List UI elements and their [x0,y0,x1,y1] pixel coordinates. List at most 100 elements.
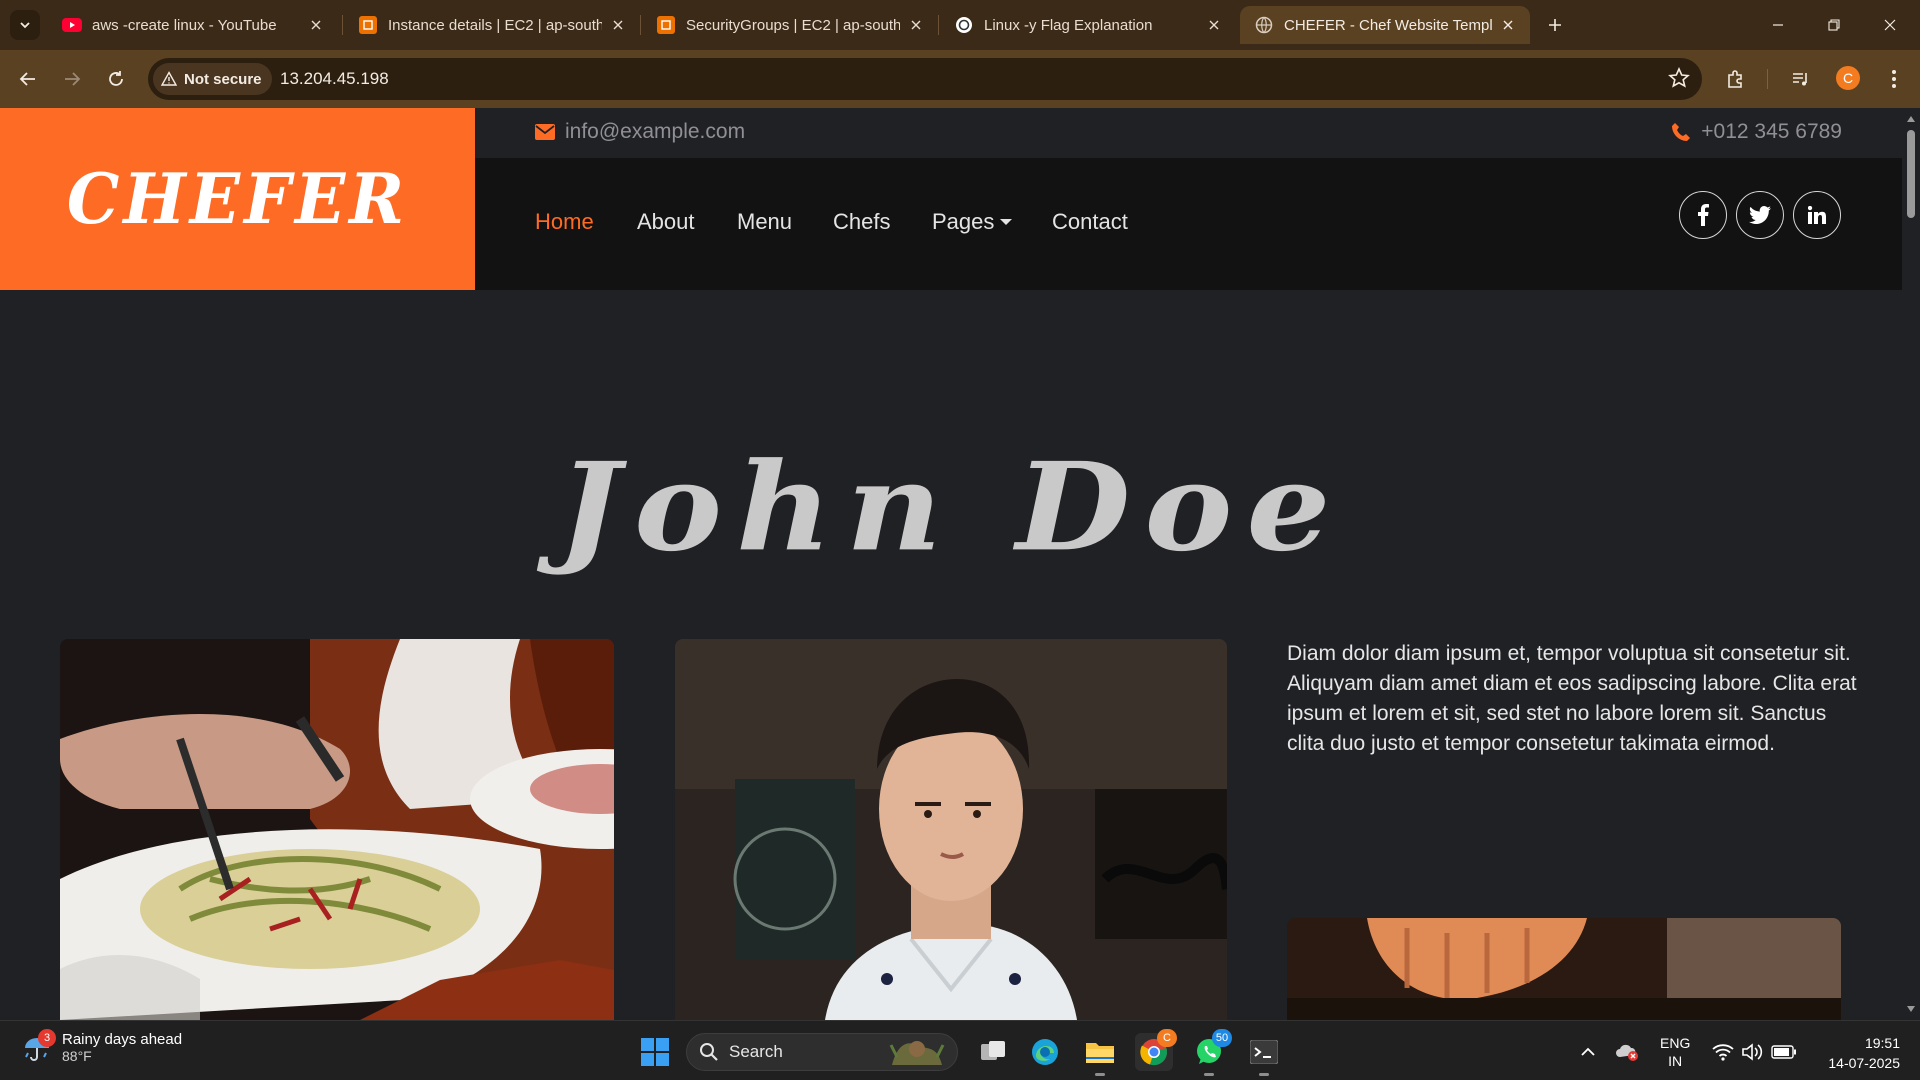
scrollbar-thumb[interactable] [1907,130,1915,218]
close-icon [1884,19,1896,31]
browser-tab-youtube[interactable]: aws -create linux - YouTube [48,6,338,44]
weather-title: Rainy days ahead [62,1031,183,1048]
task-view-icon [981,1041,1005,1060]
linkedin-icon [1808,206,1826,224]
close-icon[interactable] [906,15,926,35]
facebook-icon [1698,204,1709,226]
site-logo[interactable]: CHEFER [67,158,408,240]
nav-link-about[interactable]: About [637,209,695,235]
tab-title: CHEFER - Chef Website Template [1284,16,1492,34]
contact-phone: +012 345 6789 [1671,120,1842,144]
minimize-icon [1773,24,1783,26]
toolbar-divider [1767,69,1768,89]
bookmark-star-icon[interactable] [1668,67,1690,89]
nav-link-chefs[interactable]: Chefs [833,209,890,235]
scroll-up-arrow-icon[interactable] [1906,114,1916,124]
file-explorer-button[interactable] [1081,1033,1119,1076]
speaker-icon [1742,1043,1763,1061]
whatsapp-unread-badge: 50 [1212,1029,1232,1047]
profile-avatar[interactable]: C [1836,66,1860,90]
chrome-taskbar-button[interactable]: C [1135,1029,1177,1071]
linkedin-button[interactable] [1793,191,1841,239]
forward-button[interactable] [56,63,88,95]
browser-tab-linux-flag[interactable]: Linux -y Flag Explanation [940,6,1236,44]
close-icon[interactable] [608,15,628,35]
browser-tab-security-groups[interactable]: SecurityGroups | EC2 | ap-south-1 [642,6,938,44]
volume-status[interactable] [1740,1039,1766,1065]
show-hidden-icons-button[interactable] [1575,1039,1601,1065]
task-view-button[interactable] [974,1033,1012,1071]
clock-date: 14-07-2025 [1828,1055,1900,1071]
contact-email-text: info@example.com [565,120,746,143]
tab-title: SecurityGroups | EC2 | ap-south-1 [686,16,900,34]
main-navbar: Home About Menu Chefs Pages Contact [475,158,1902,290]
reload-button[interactable] [100,63,132,95]
restore-button[interactable] [1806,0,1862,50]
clock-time: 19:51 [1864,1035,1900,1051]
phone-icon [1672,123,1691,141]
close-icon[interactable] [1204,15,1224,35]
chatgpt-icon [954,15,974,35]
media-control-button[interactable] [1785,63,1817,95]
input-language-indicator[interactable]: ENG IN [1660,1034,1690,1070]
back-button[interactable] [12,63,44,95]
envelope-icon [535,124,555,140]
wifi-status[interactable] [1710,1039,1736,1065]
chef-portrait-image [675,639,1227,1020]
aws-ec2-icon [358,15,378,35]
wifi-icon [1712,1044,1734,1061]
chrome-menu-button[interactable] [1878,63,1910,95]
page-scrollbar[interactable] [1902,108,1920,1020]
whatsapp-taskbar-button[interactable]: 50 [1190,1029,1232,1076]
reload-icon [109,71,123,86]
puzzle-icon [1728,70,1742,88]
nav-link-pages-label: Pages [932,209,995,234]
close-icon[interactable] [1498,15,1518,35]
new-tab-button[interactable] [1540,10,1570,40]
tab-title: Instance details | EC2 | ap-south-1 [388,16,602,34]
windows-taskbar: Rainy days ahead 88°F 3 Search C 50 ENG … [0,1020,1920,1080]
nav-link-pages[interactable]: Pages [932,209,1013,235]
close-icon[interactable] [306,15,326,35]
scroll-down-arrow-icon[interactable] [1906,1004,1916,1014]
hero-title: John Doe [557,436,1345,579]
plus-icon [1549,19,1561,31]
region-code: IN [1668,1053,1683,1069]
security-chip[interactable]: Not secure [153,63,272,95]
minimize-button[interactable] [1750,0,1806,50]
nav-link-home[interactable]: Home [535,209,594,235]
kneading-image [1287,918,1841,1020]
chevron-down-icon [20,22,30,29]
browser-tab-chefer[interactable]: CHEFER - Chef Website Template [1240,6,1530,44]
onedrive-status-button[interactable] [1614,1039,1640,1065]
windows-logo-icon [641,1038,669,1066]
battery-status[interactable] [1771,1039,1797,1065]
nav-link-menu[interactable]: Menu [737,209,792,235]
taskbar-search-placeholder: Search [729,1042,783,1061]
tab-search-button[interactable] [10,10,40,40]
browser-tab-bar: aws -create linux - YouTube Instance det… [0,0,1920,50]
terminal-icon [1250,1040,1278,1064]
site-logo-area[interactable]: CHEFER [0,108,475,290]
youtube-icon [62,15,82,35]
browser-tab-instance-details[interactable]: Instance details | EC2 | ap-south-1 [344,6,640,44]
search-highlight-icon [889,1041,945,1065]
twitter-button[interactable] [1736,191,1784,239]
extensions-button[interactable] [1720,63,1752,95]
browser-toolbar: Not secure 13.204.45.198 [0,50,1920,108]
kebab-menu-icon [1892,70,1896,88]
nav-link-contact[interactable]: Contact [1052,209,1128,235]
edge-taskbar-button[interactable] [1026,1033,1064,1071]
address-bar[interactable]: Not secure 13.204.45.198 [148,58,1702,100]
cloud-error-icon [1616,1044,1638,1061]
contact-topbar: info@example.com +012 345 6789 [475,108,1902,158]
close-window-button[interactable] [1862,0,1918,50]
terminal-taskbar-button[interactable] [1245,1033,1283,1076]
folder-icon [1086,1043,1114,1063]
facebook-button[interactable] [1679,191,1727,239]
start-button[interactable] [636,1033,674,1071]
twitter-icon [1749,206,1771,224]
url-text[interactable]: 13.204.45.198 [280,69,389,89]
system-clock[interactable]: 19:51 14-07-2025 [1810,1033,1900,1073]
taskbar-search[interactable]: Search [686,1033,958,1071]
